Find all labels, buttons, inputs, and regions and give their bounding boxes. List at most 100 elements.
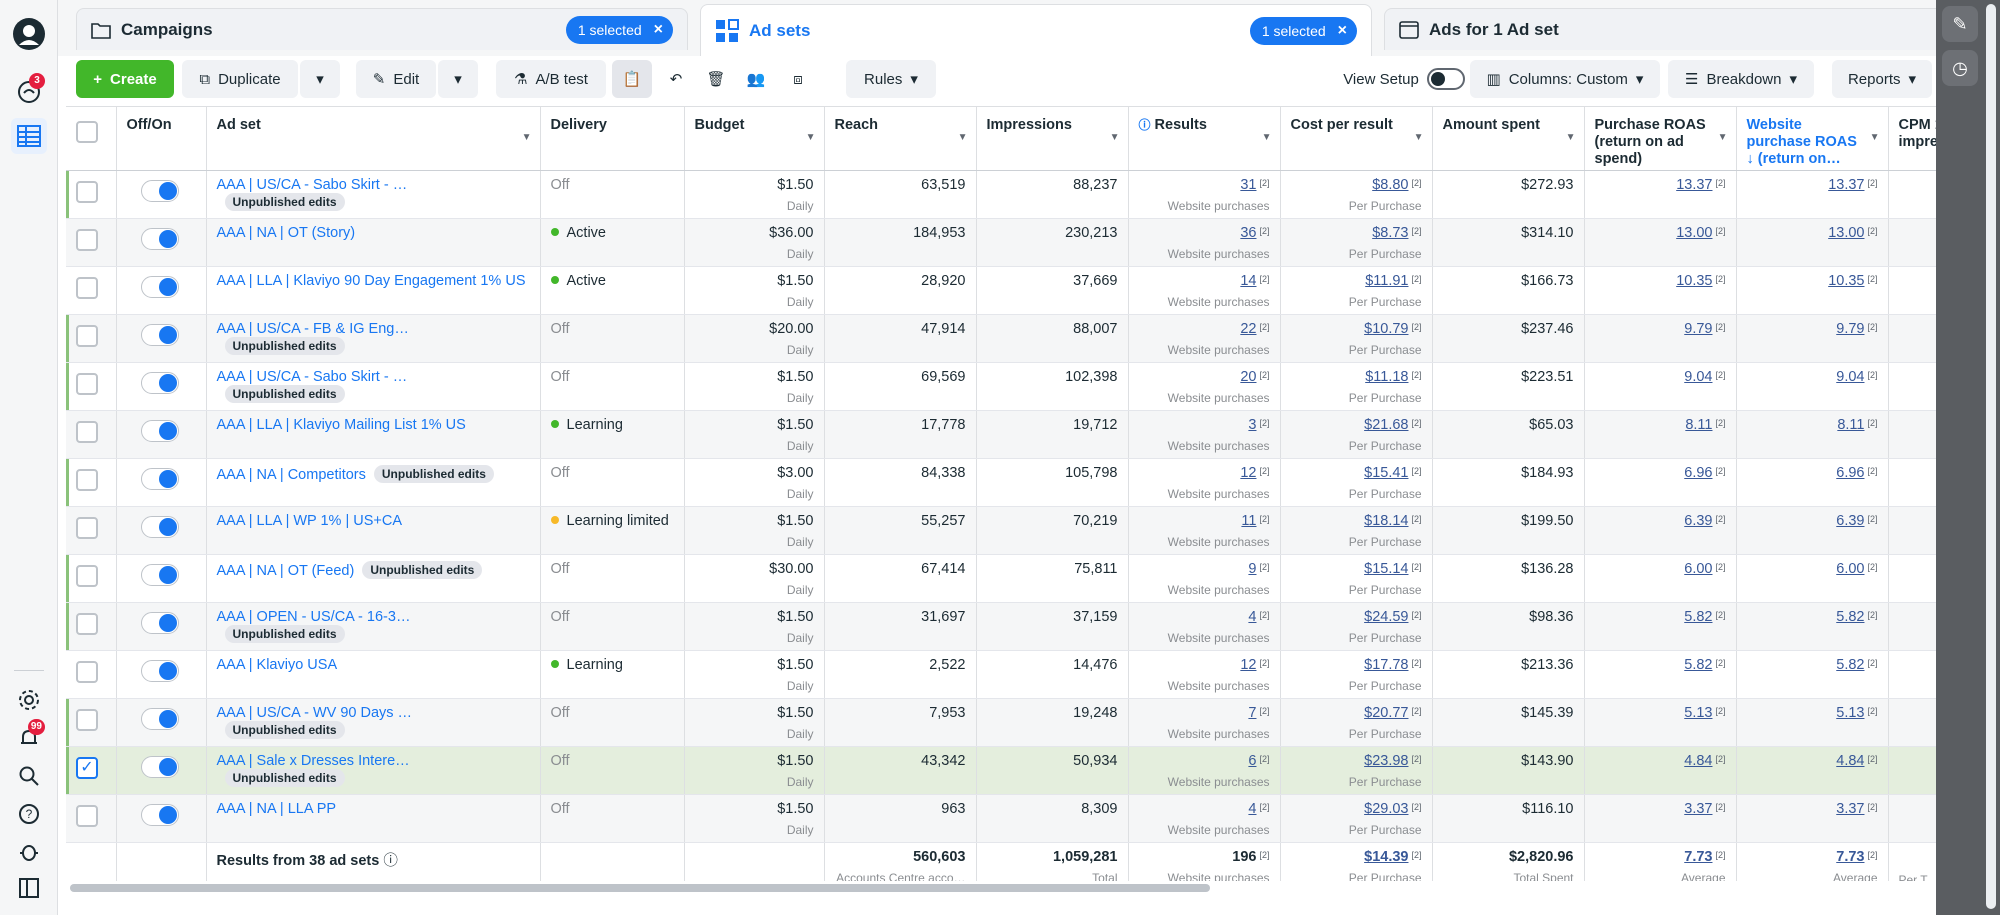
cpr-value[interactable]: $23.98 bbox=[1364, 753, 1408, 769]
settings-icon[interactable] bbox=[11, 682, 47, 718]
table-row[interactable]: AAA | Klaviyo USA Learning $1.50 Daily 2,… bbox=[66, 650, 1936, 699]
results-value[interactable]: 11 bbox=[1241, 513, 1256, 529]
cpr-value[interactable]: $18.14 bbox=[1364, 513, 1408, 529]
edit-dropdown[interactable]: ▾ bbox=[438, 60, 478, 98]
create-button[interactable]: + Create bbox=[76, 60, 174, 98]
delete-button[interactable]: 🗑 bbox=[698, 60, 734, 98]
row-checkbox[interactable] bbox=[76, 469, 98, 491]
web-roas-value[interactable]: 6.39 bbox=[1836, 513, 1864, 529]
web-roas-value[interactable]: 10.35 bbox=[1828, 273, 1864, 289]
roas-value[interactable]: 9.79 bbox=[1684, 321, 1712, 337]
col-amount[interactable]: Amount spent ▼ bbox=[1432, 106, 1585, 171]
adset-toggle[interactable] bbox=[140, 468, 179, 490]
cpr-value[interactable]: $15.14 bbox=[1364, 561, 1408, 577]
table-row[interactable]: AAA | NA | LLA PP Off $1.50 Daily 963 8,3… bbox=[66, 794, 1936, 843]
adset-toggle[interactable] bbox=[140, 756, 179, 778]
col-delivery[interactable]: Delivery bbox=[540, 106, 685, 171]
col-offon[interactable]: Off/On bbox=[116, 106, 207, 171]
row-checkbox[interactable] bbox=[76, 325, 98, 347]
row-checkbox[interactable] bbox=[76, 613, 98, 635]
columns-button[interactable]: ▥ Columns: Custom ▾ bbox=[1470, 60, 1660, 98]
row-checkbox[interactable] bbox=[76, 517, 98, 539]
adset-toggle[interactable] bbox=[140, 804, 179, 826]
col-budget[interactable]: Budget ▼ bbox=[684, 106, 825, 171]
roas-value[interactable]: 6.00 bbox=[1684, 561, 1712, 577]
cpr-value[interactable]: $10.79 bbox=[1364, 321, 1408, 337]
results-value[interactable]: 31 bbox=[1240, 177, 1256, 193]
results-value[interactable]: 6 bbox=[1248, 753, 1256, 769]
table-row[interactable]: AAA | US/CA - FB & IG Eng…Unpublished ed… bbox=[66, 314, 1936, 363]
results-value[interactable]: 20 bbox=[1240, 369, 1256, 385]
row-checkbox[interactable] bbox=[76, 805, 98, 827]
row-checkbox[interactable] bbox=[76, 661, 98, 683]
col-web-roas[interactable]: Website purchase ROAS ↓ (return on… ▼ bbox=[1736, 106, 1889, 171]
adset-name-link[interactable]: AAA | LLA | Klaviyo Mailing List 1% US bbox=[217, 417, 466, 433]
table-row[interactable]: AAA | US/CA - Sabo Skirt - …Unpublished … bbox=[66, 362, 1936, 411]
cpr-value[interactable]: $11.18 bbox=[1365, 369, 1408, 385]
roas-value[interactable]: 5.82 bbox=[1684, 609, 1712, 625]
roas-value[interactable]: 13.37 bbox=[1676, 177, 1712, 193]
account-avatar[interactable] bbox=[11, 16, 47, 52]
table-row[interactable]: AAA | LLA | WP 1% | US+CA Learning limit… bbox=[66, 506, 1936, 555]
web-roas-value[interactable]: 13.37 bbox=[1828, 177, 1864, 193]
adset-name-link[interactable]: AAA | OPEN - US/CA - 16-3… bbox=[217, 609, 411, 625]
roas-value[interactable]: 5.13 bbox=[1684, 705, 1712, 721]
col-roas[interactable]: Purchase ROAS (return on ad spend) ▼ bbox=[1584, 106, 1737, 171]
col-reach[interactable]: Reach ▼ bbox=[824, 106, 977, 171]
results-value[interactable]: 7 bbox=[1248, 705, 1256, 721]
adset-name-link[interactable]: AAA | LLA | Klaviyo 90 Day Engagement 1%… bbox=[217, 273, 526, 289]
web-roas-value[interactable]: 5.82 bbox=[1836, 609, 1864, 625]
adset-name-link[interactable]: AAA | LLA | WP 1% | US+CA bbox=[217, 513, 403, 529]
web-roas-value[interactable]: 3.37 bbox=[1836, 801, 1864, 817]
table-row[interactable]: AAA | NA | OT (Story) Active $36.00 Daily… bbox=[66, 218, 1936, 267]
roas-value[interactable]: 4.84 bbox=[1684, 753, 1712, 769]
roas-value[interactable]: 8.11 bbox=[1685, 417, 1712, 433]
preview-button[interactable]: ⧈ bbox=[778, 60, 818, 98]
results-value[interactable]: 14 bbox=[1240, 273, 1256, 289]
results-value[interactable]: 3 bbox=[1248, 417, 1256, 433]
edit-button[interactable]: ✎ Edit bbox=[356, 60, 436, 98]
info-icon[interactable]: ⓘ bbox=[383, 853, 398, 869]
summary-cpr-value[interactable]: $14.39 bbox=[1364, 849, 1408, 865]
roas-value[interactable]: 6.96 bbox=[1684, 465, 1712, 481]
table-row[interactable]: AAA | US/CA - Sabo Skirt - …Unpublished … bbox=[66, 170, 1936, 219]
roas-value[interactable]: 10.35 bbox=[1676, 273, 1712, 289]
roas-value[interactable]: 6.39 bbox=[1684, 513, 1712, 529]
row-checkbox[interactable] bbox=[76, 709, 98, 731]
tab-ads[interactable]: Ads for 1 Ad set bbox=[1384, 8, 1944, 50]
roas-value[interactable]: 9.04 bbox=[1684, 369, 1712, 385]
adset-toggle[interactable] bbox=[140, 276, 179, 298]
view-setup-toggle[interactable] bbox=[1426, 68, 1465, 90]
select-all-checkbox[interactable] bbox=[76, 121, 98, 143]
adset-toggle[interactable] bbox=[140, 708, 179, 730]
help-icon[interactable]: ? bbox=[11, 796, 47, 832]
reports-button[interactable]: Reports ▾ bbox=[1832, 60, 1932, 98]
col-impressions[interactable]: Impressions ▼ bbox=[976, 106, 1129, 171]
table-row[interactable]: AAA | OPEN - US/CA - 16-3…Unpublished ed… bbox=[66, 602, 1936, 651]
adset-toggle[interactable] bbox=[140, 372, 179, 394]
duplicate-dropdown[interactable]: ▾ bbox=[300, 60, 340, 98]
cpr-value[interactable]: $29.03 bbox=[1364, 801, 1408, 817]
web-roas-value[interactable]: 9.04 bbox=[1836, 369, 1864, 385]
row-checkbox[interactable] bbox=[76, 373, 98, 395]
adset-toggle[interactable] bbox=[140, 228, 179, 250]
adset-name-link[interactable]: AAA | US/CA - Sabo Skirt - … bbox=[217, 369, 408, 385]
row-checkbox[interactable] bbox=[76, 181, 98, 203]
cpr-value[interactable]: $8.80 bbox=[1372, 177, 1408, 193]
bug-icon[interactable] bbox=[11, 834, 47, 870]
campaigns-selected-pill[interactable]: 1 selected × bbox=[565, 15, 673, 44]
row-checkbox[interactable] bbox=[76, 229, 98, 251]
adset-toggle[interactable] bbox=[140, 420, 179, 442]
web-roas-value[interactable]: 6.96 bbox=[1836, 465, 1864, 481]
close-icon[interactable]: × bbox=[654, 21, 663, 39]
summary-roas-value[interactable]: 7.73 bbox=[1684, 849, 1712, 865]
notifications-icon[interactable]: 3 bbox=[11, 73, 47, 110]
col-cpr[interactable]: Cost per result ▼ bbox=[1280, 106, 1433, 171]
row-checkbox[interactable] bbox=[76, 565, 98, 587]
adset-toggle[interactable] bbox=[140, 564, 179, 586]
table-row[interactable]: AAA | NA | OT (Feed) Unpublished edits Of… bbox=[66, 554, 1936, 603]
cpr-value[interactable]: $20.77 bbox=[1364, 705, 1408, 721]
adset-toggle[interactable] bbox=[140, 516, 179, 538]
adset-name-link[interactable]: AAA | Klaviyo USA bbox=[217, 657, 338, 673]
adset-toggle[interactable] bbox=[140, 612, 179, 634]
